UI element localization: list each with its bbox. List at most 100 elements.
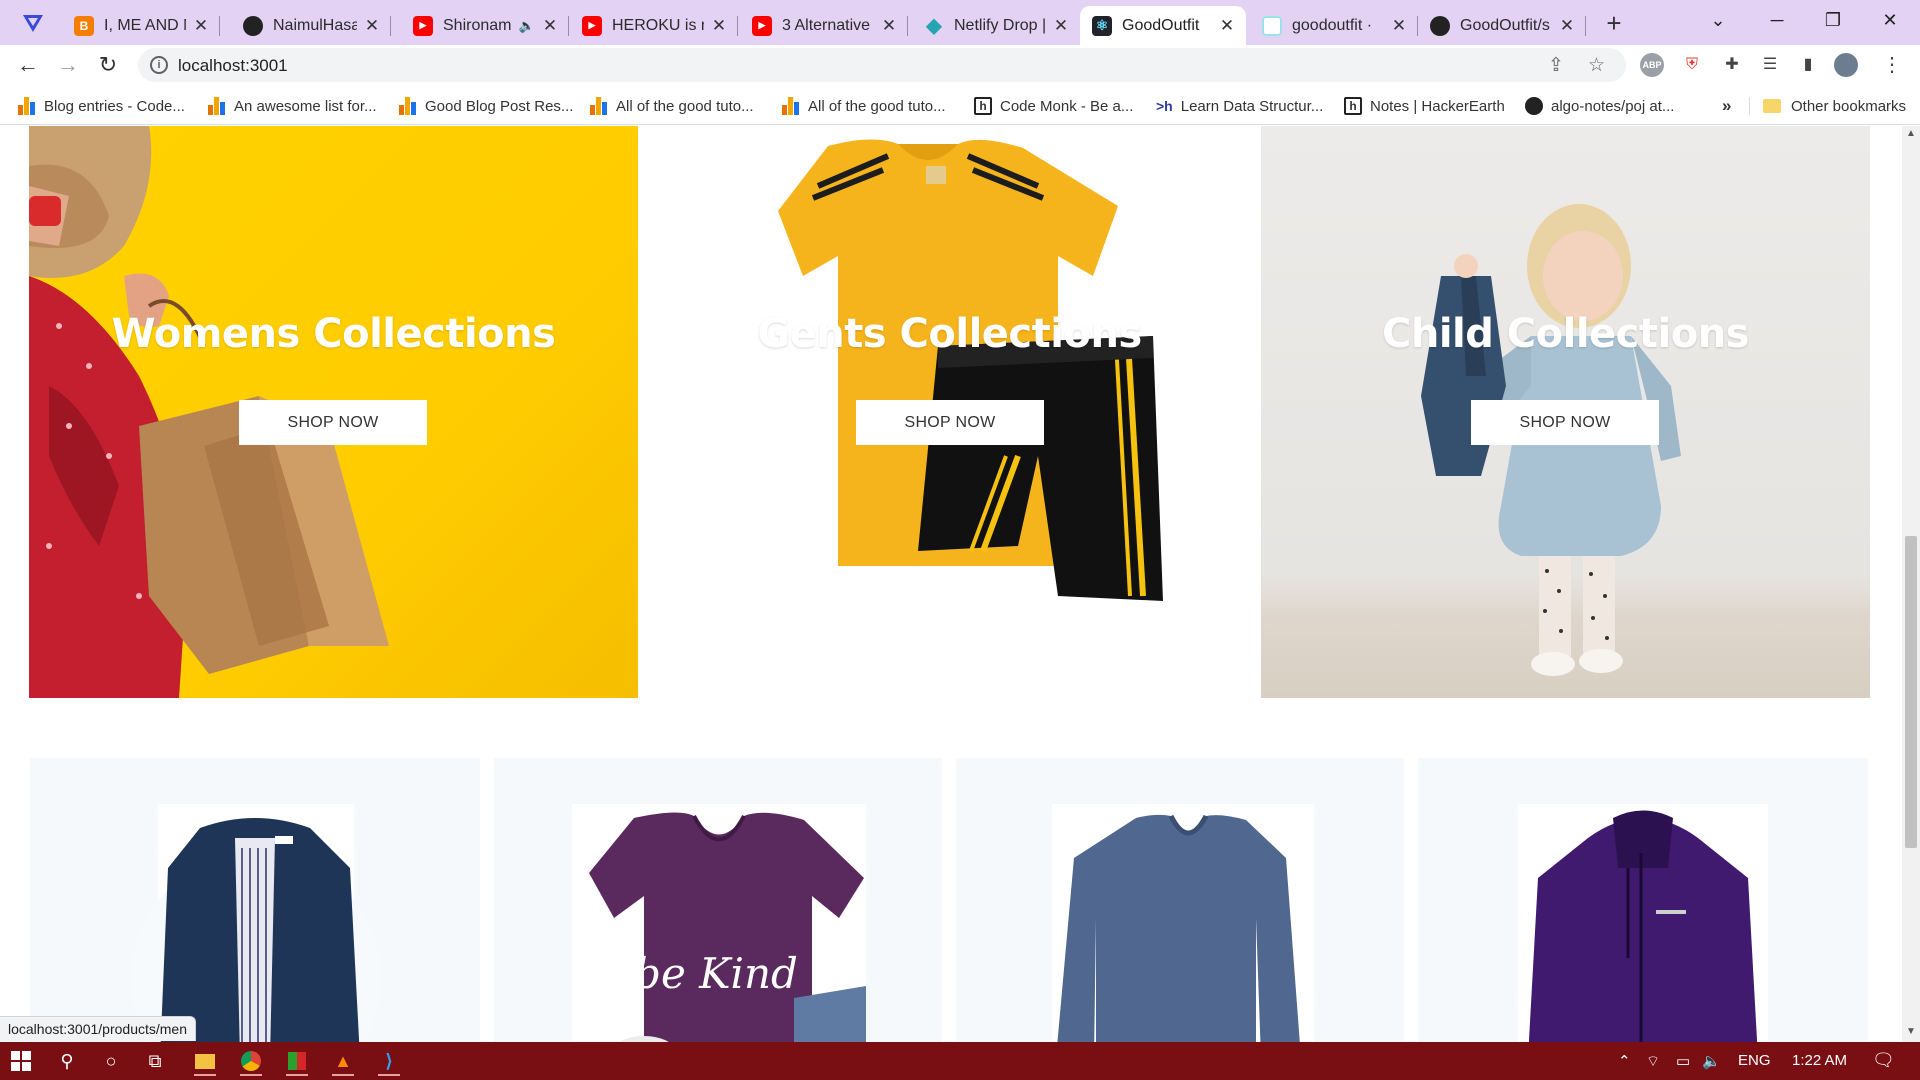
analytics-icon: [782, 97, 800, 115]
tab-4[interactable]: ▶ 3 Alternative ✕: [740, 6, 908, 45]
github-icon: [243, 15, 263, 36]
bookmark-item[interactable]: h Code Monk - Be a...: [974, 95, 1133, 117]
bookmark-star-icon[interactable]: ☆: [1588, 54, 1605, 77]
close-icon[interactable]: ✕: [192, 16, 210, 36]
cortana-icon[interactable]: ○: [96, 1046, 126, 1076]
volume-icon[interactable]: 🔈: [1702, 1052, 1721, 1070]
close-icon[interactable]: ✕: [541, 16, 559, 36]
tab-5[interactable]: ◆ Netlify Drop | ✕: [912, 6, 1080, 45]
show-hidden-icons-chevron-icon[interactable]: ⌃: [1618, 1052, 1631, 1070]
hackerearth-icon: h: [1344, 97, 1362, 115]
clock[interactable]: 1:22 AM: [1792, 1052, 1847, 1069]
product-card[interactable]: be Kind: [494, 758, 942, 1042]
tab-1[interactable]: NaimulHasan ✕: [231, 6, 391, 45]
vlc-icon[interactable]: ▲: [328, 1046, 358, 1076]
gents-collection-card[interactable]: Gents Collections SHOP NOW: [638, 126, 1261, 698]
new-tab-button[interactable]: +: [1598, 8, 1630, 40]
tab-list-chevron-icon[interactable]: ⌄: [1690, 0, 1746, 40]
media-control-icon[interactable]: ☰: [1758, 53, 1782, 77]
language-indicator[interactable]: ENG: [1738, 1052, 1771, 1069]
tab-0[interactable]: B I, ME AND M ✕: [62, 6, 220, 45]
womens-collection-card[interactable]: Womens Collections SHOP NOW: [29, 126, 638, 698]
tab-6-active[interactable]: ⚛ GoodOutfit ✕: [1080, 6, 1246, 45]
shield-icon[interactable]: ⛨: [1680, 53, 1704, 77]
search-icon[interactable]: ⚲: [52, 1046, 82, 1076]
tshirt-print-text: be Kind: [634, 949, 798, 998]
hackerearth-arrow-icon: >h: [1156, 98, 1173, 114]
product-card[interactable]: [30, 758, 480, 1042]
bookmark-item[interactable]: All of the good tuto...: [590, 95, 754, 117]
child-collection-card[interactable]: Child Collections SHOP NOW: [1261, 126, 1870, 698]
windows-start-icon[interactable]: [6, 1046, 36, 1076]
app-icon[interactable]: [282, 1046, 312, 1076]
youtube-icon: ▶: [752, 15, 772, 36]
child-shop-now-button[interactable]: SHOP NOW: [1471, 400, 1659, 445]
product-card[interactable]: [956, 758, 1404, 1042]
page-viewport: Womens Collections SHOP NOW Gents Collec…: [0, 126, 1902, 1042]
bookmark-item[interactable]: All of the good tuto...: [782, 95, 946, 117]
tab-title: I, ME AND M: [104, 16, 186, 34]
address-bar[interactable]: i localhost:3001 ⇪ ☆: [138, 48, 1626, 82]
tab-2[interactable]: ▶ Shironam 🔈 ✕: [401, 6, 569, 45]
product-card[interactable]: [1418, 758, 1868, 1042]
tab-3[interactable]: ▶ HEROKU is no ✕: [570, 6, 738, 45]
task-view-icon[interactable]: ⧉: [140, 1046, 170, 1076]
site-info-icon[interactable]: i: [150, 56, 168, 74]
page-scrollbar[interactable]: ▲ ▼: [1902, 126, 1920, 1042]
share-icon[interactable]: ⇪: [1548, 54, 1564, 77]
adblock-plus-icon[interactable]: ABP: [1640, 53, 1664, 77]
back-button[interactable]: ←: [12, 49, 44, 81]
notifications-icon[interactable]: 🗨: [1872, 1050, 1895, 1071]
scroll-down-arrow-icon[interactable]: ▼: [1906, 1026, 1916, 1037]
tab-7[interactable]: goodoutfit · ✕: [1250, 6, 1418, 45]
forward-button[interactable]: →: [52, 49, 84, 81]
browser-toolbar: ← → ↻ i localhost:3001 ⇪ ☆ ABP ⛨ ✚ ☰ ▮ ⋮: [0, 45, 1920, 85]
vscode-icon[interactable]: ⟩: [374, 1046, 404, 1076]
side-panel-icon[interactable]: ▮: [1796, 53, 1820, 77]
speaker-icon[interactable]: 🔈: [519, 18, 535, 34]
close-window-button[interactable]: ✕: [1862, 0, 1918, 40]
menu-kebab-icon[interactable]: ⋮: [1880, 53, 1904, 77]
analytics-icon: [590, 97, 608, 115]
github-icon: [1430, 15, 1450, 36]
other-bookmarks-folder[interactable]: Other bookmarks: [1763, 95, 1906, 117]
analytics-icon: [399, 97, 417, 115]
scroll-thumb[interactable]: [1905, 536, 1917, 848]
scroll-up-arrow-icon[interactable]: ▲: [1906, 128, 1916, 139]
tab-search-icon[interactable]: [20, 10, 46, 36]
close-icon[interactable]: ✕: [363, 16, 381, 36]
close-icon[interactable]: ✕: [1558, 16, 1576, 36]
hackerearth-icon: h: [974, 97, 992, 115]
womens-collection-title: Womens Collections: [111, 311, 556, 357]
browser-tab-strip: B I, ME AND M ✕ NaimulHasan ✕ ▶ Shironam…: [0, 0, 1920, 45]
bookmark-item[interactable]: algo-notes/poj at...: [1525, 95, 1674, 117]
close-icon[interactable]: ✕: [1390, 16, 1408, 36]
close-icon[interactable]: ✕: [1052, 16, 1070, 36]
womens-shop-now-button[interactable]: SHOP NOW: [239, 400, 427, 445]
wifi-icon[interactable]: ⌔: [1646, 1052, 1660, 1071]
close-icon[interactable]: ✕: [880, 16, 898, 36]
be-kind-tshirt-image: be Kind: [589, 812, 866, 1042]
reload-button[interactable]: ↻: [92, 49, 124, 81]
more-bookmarks-button[interactable]: »: [1722, 95, 1731, 117]
avatar[interactable]: [1834, 53, 1858, 77]
chrome-icon[interactable]: [236, 1046, 266, 1076]
bookmark-item[interactable]: Blog entries - Code...: [18, 95, 185, 117]
windows-taskbar: ⚲ ○ ⧉ ▲ ⟩ ⌃ ⌔ ▭ 🔈 ENG 1:22 AM 🗨: [0, 1042, 1920, 1080]
tab-title: 3 Alternative: [782, 16, 871, 34]
gents-shop-now-button[interactable]: SHOP NOW: [856, 400, 1044, 445]
close-icon[interactable]: ✕: [710, 16, 728, 36]
battery-icon[interactable]: ▭: [1676, 1052, 1690, 1070]
restore-button[interactable]: ❐: [1805, 0, 1861, 40]
tab-8[interactable]: GoodOutfit/s ✕: [1418, 6, 1586, 45]
minimize-button[interactable]: ─: [1749, 0, 1805, 40]
bookmark-item[interactable]: An awesome list for...: [208, 95, 377, 117]
extensions-icon[interactable]: ✚: [1720, 53, 1744, 77]
close-icon[interactable]: ✕: [1218, 16, 1236, 36]
bookmark-item[interactable]: h Notes | HackerEarth: [1344, 95, 1505, 117]
bookmark-item[interactable]: >h Learn Data Structur...: [1156, 95, 1323, 117]
file-explorer-icon[interactable]: [190, 1046, 220, 1076]
url-text[interactable]: localhost:3001: [178, 56, 288, 76]
bookmark-item[interactable]: Good Blog Post Res...: [399, 95, 573, 117]
gents-collection-title: Gents Collections: [757, 311, 1142, 357]
